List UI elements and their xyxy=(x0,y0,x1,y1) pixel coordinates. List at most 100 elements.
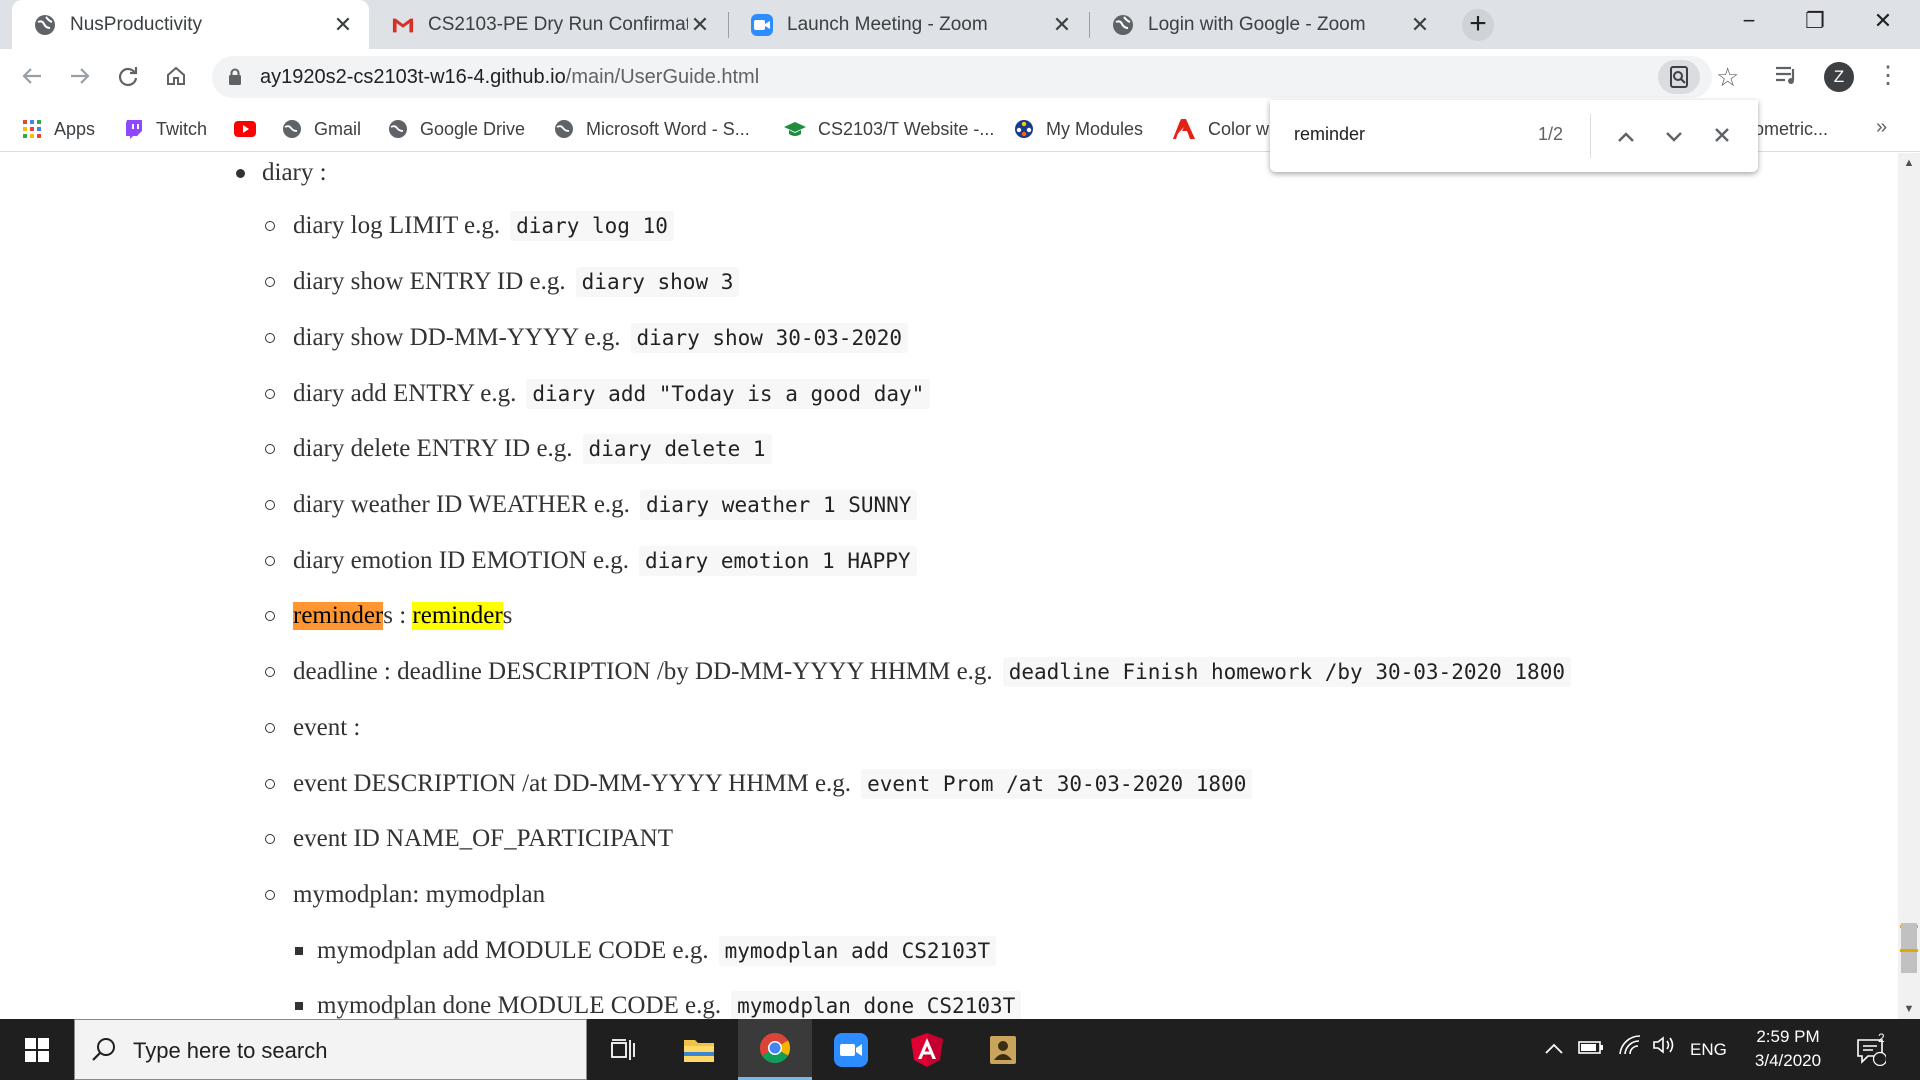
bookmark-color[interactable]: Color w xyxy=(1172,114,1269,144)
scroll-up-icon[interactable]: ▲ xyxy=(1898,153,1920,173)
word-suffix: s xyxy=(502,602,513,629)
chevron-down-icon xyxy=(1666,132,1682,142)
adobe-icon xyxy=(1173,119,1195,139)
command-text: deadline : deadline DESCRIPTION /by DD-M… xyxy=(293,658,993,685)
vertical-scrollbar[interactable]: ▲ ▼ xyxy=(1898,153,1920,1019)
bookmark-gmail[interactable]: Gmail xyxy=(282,114,361,144)
close-tab-icon[interactable]: ✕ xyxy=(1408,12,1432,37)
bookmarks-overflow-icon[interactable]: » xyxy=(1876,116,1887,139)
list-item: diary show ENTRY ID e.g. diary show 3 xyxy=(265,262,740,302)
list-item-event: event : xyxy=(265,708,360,748)
back-button[interactable] xyxy=(12,58,52,98)
find-input[interactable]: reminder xyxy=(1294,124,1365,145)
bullet-circle xyxy=(265,221,275,231)
list-item-deadline: deadline : deadline DESCRIPTION /by DD-M… xyxy=(265,652,1571,692)
command-example: diary weather 1 SUNNY xyxy=(639,490,918,520)
address-bar[interactable]: ay1920s2-cs2103t-w16-4.github.io/main/Us… xyxy=(212,56,1712,98)
browser-toolbar: ay1920s2-cs2103t-w16-4.github.io/main/Us… xyxy=(0,49,1920,106)
bookmark-my-modules[interactable]: My Modules xyxy=(1014,114,1143,144)
close-tab-icon[interactable]: ✕ xyxy=(331,13,355,37)
media-control-icon[interactable] xyxy=(1775,65,1799,85)
new-tab-button[interactable]: + xyxy=(1462,9,1494,41)
bookmark-label: Google Drive xyxy=(420,118,526,139)
list-item: diary add ENTRY e.g. diary add "Today is… xyxy=(265,374,931,414)
command-text: diary weather ID WEATHER e.g. xyxy=(293,491,630,518)
home-button[interactable] xyxy=(156,58,196,98)
menu-kebab-icon[interactable]: ⋮ xyxy=(1876,61,1900,90)
scrollbar-thumb[interactable] xyxy=(1901,923,1917,973)
section-label: event : xyxy=(293,714,361,741)
list-item-mymodplan: mymodplan: mymodplan xyxy=(265,875,545,915)
bullet-circle xyxy=(265,834,275,844)
system-clock[interactable]: 2:59 PM 3/4/2020 xyxy=(1728,1025,1848,1073)
start-button[interactable] xyxy=(0,1019,74,1080)
bookmark-cs2103-website[interactable]: CS2103/T Website -... xyxy=(784,114,994,144)
windows-logo-icon xyxy=(25,1037,49,1062)
wifi-icon[interactable] xyxy=(1618,1019,1642,1080)
tab-title: NusProductivity xyxy=(70,14,202,35)
forward-button[interactable] xyxy=(60,58,100,98)
word-suffix: s xyxy=(383,602,393,629)
command-text: event ID NAME_OF_PARTICIPANT xyxy=(293,825,674,852)
volume-icon[interactable] xyxy=(1652,1019,1676,1080)
contacts-taskbar-button[interactable] xyxy=(966,1019,1040,1080)
bookmark-star-icon[interactable]: ☆ xyxy=(1716,62,1739,93)
chrome-icon xyxy=(759,1033,791,1064)
tab-gmail[interactable]: CS2103-PE Dry Run Confirmation ✕ xyxy=(370,0,726,49)
close-window-button[interactable]: ✕ xyxy=(1850,0,1916,42)
find-page-icon xyxy=(1670,66,1688,88)
tab-login-google-zoom[interactable]: Login with Google - Zoom ✕ xyxy=(1090,0,1446,49)
arrow-right-icon xyxy=(71,68,90,84)
find-in-page-indicator[interactable] xyxy=(1658,60,1700,94)
find-next-button[interactable] xyxy=(1658,120,1690,152)
profile-avatar[interactable]: Z xyxy=(1824,62,1854,92)
chrome-taskbar-button[interactable] xyxy=(738,1019,812,1080)
bookmark-apps[interactable]: Apps xyxy=(22,114,95,144)
language-indicator[interactable]: ENG xyxy=(1690,1019,1727,1080)
tab-nusproductivity[interactable]: NusProductivity ✕ xyxy=(12,0,369,50)
speaker-glyph-icon xyxy=(1653,1036,1674,1054)
command-example: diary show 30-03-2020 xyxy=(630,323,909,353)
page-content: diary : diary log LIMIT e.g. diary log 1… xyxy=(0,153,1898,1019)
tab-launch-meeting-zoom[interactable]: Launch Meeting - Zoom ✕ xyxy=(729,0,1088,49)
bullet-circle xyxy=(265,779,275,789)
battery-icon[interactable] xyxy=(1578,1019,1604,1080)
close-tab-icon[interactable]: ✕ xyxy=(1050,12,1074,37)
zoom-taskbar-button[interactable] xyxy=(814,1019,888,1080)
notification-center-button[interactable]: 2 xyxy=(1856,1019,1888,1080)
bookmark-youtube[interactable] xyxy=(234,114,268,144)
command-example: diary log 10 xyxy=(510,211,674,241)
bookmark-twitch[interactable]: Twitch xyxy=(124,114,207,144)
zoom-icon xyxy=(834,1032,868,1067)
close-tab-icon[interactable]: ✕ xyxy=(688,12,712,37)
list-item: event DESCRIPTION /at DD-MM-YYYY HHMM e.… xyxy=(265,764,1253,804)
find-previous-button[interactable] xyxy=(1610,120,1642,152)
scroll-down-icon[interactable]: ▼ xyxy=(1898,999,1920,1019)
file-explorer-button[interactable] xyxy=(662,1019,736,1080)
command-example: diary add "Today is a good day" xyxy=(526,379,931,409)
chevron-up-icon xyxy=(1545,1043,1563,1054)
lock-icon xyxy=(229,68,241,85)
tab-title: Launch Meeting - Zoom xyxy=(787,13,988,35)
tab-title: CS2103-PE Dry Run Confirmation xyxy=(428,13,688,35)
minimize-button[interactable]: − xyxy=(1716,0,1782,42)
find-match-active: reminder xyxy=(293,602,384,630)
command-text: diary log LIMIT e.g. xyxy=(293,212,501,239)
bookmark-microsoft-word[interactable]: Microsoft Word - S... xyxy=(554,114,750,144)
restore-button[interactable]: ❐ xyxy=(1782,0,1848,42)
find-close-button[interactable] xyxy=(1706,120,1738,152)
taskbar-search-box[interactable]: Type here to search xyxy=(74,1019,587,1080)
bullet-circle xyxy=(265,333,275,343)
globe-icon xyxy=(283,120,301,138)
reload-button[interactable] xyxy=(108,58,148,98)
bookmark-geometric[interactable]: ometric... xyxy=(1754,114,1828,144)
tab-strip: NusProductivity ✕ CS2103-PE Dry Run Conf… xyxy=(0,0,1920,50)
tray-overflow-icon[interactable] xyxy=(1544,1019,1564,1080)
task-view-icon xyxy=(611,1038,635,1060)
task-view-button[interactable] xyxy=(586,1019,660,1080)
contacts-icon xyxy=(990,1035,1016,1064)
bookmark-google-drive[interactable]: Google Drive xyxy=(388,114,525,144)
angular-taskbar-button[interactable] xyxy=(890,1019,964,1080)
globe-icon xyxy=(34,14,56,36)
command-text: diary add ENTRY e.g. xyxy=(293,380,517,407)
